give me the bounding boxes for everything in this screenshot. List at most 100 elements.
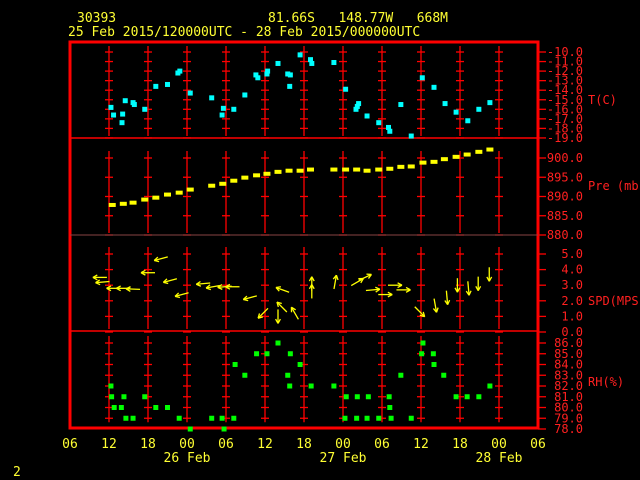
rh-point — [108, 383, 114, 389]
rh-point — [242, 372, 248, 378]
rh-point — [464, 394, 470, 400]
pressure-point — [430, 159, 438, 164]
wind-arrow — [95, 279, 110, 286]
wind-arrow — [432, 298, 439, 313]
rh-point — [430, 351, 436, 357]
temperature-point — [187, 90, 193, 96]
temperature-point — [119, 120, 125, 126]
rh-point — [123, 415, 129, 421]
wind-arrow — [308, 284, 315, 299]
temperature-point — [309, 60, 315, 66]
axis-tick-label: 5.0 — [561, 247, 583, 261]
pressure-point — [386, 166, 394, 171]
temperature-point — [231, 106, 237, 112]
wind-arrow-head — [243, 298, 249, 302]
temperature-point — [331, 60, 337, 66]
wind-arrow-shaft — [414, 306, 426, 318]
pressure-point — [407, 164, 415, 169]
temperature-point — [442, 101, 448, 107]
wind-arrow — [332, 274, 339, 290]
axis-title-relative_humidity: RH(%) — [588, 375, 624, 389]
pressure-point — [463, 152, 471, 157]
pressure-point — [397, 164, 405, 169]
axis-tick-label: 2.0 — [561, 294, 583, 308]
rh-point — [331, 383, 337, 389]
rh-point — [187, 426, 193, 432]
temperature-point — [165, 81, 170, 87]
rh-point — [354, 415, 360, 421]
pressure-point — [375, 167, 383, 172]
time-axis: 06 12 18 00 06 12 18 00 06 12 18 00 06 26 Feb 27 Feb 28… — [62, 437, 546, 466]
temperature-point — [255, 75, 261, 81]
station-id: 30393 — [77, 11, 116, 26]
temperature-point — [419, 75, 425, 81]
rh-point — [342, 415, 348, 421]
rh-point — [376, 415, 382, 421]
rh-point — [453, 394, 459, 400]
rh-point — [487, 383, 493, 389]
rh-point — [165, 405, 170, 410]
wind-arrow — [275, 309, 281, 324]
temperature-point — [108, 104, 114, 110]
rh-point — [142, 394, 148, 400]
rh-point — [209, 415, 215, 421]
rh-point — [176, 415, 182, 421]
temperature-point — [408, 133, 414, 139]
time-range: 25 Feb 2015/120000UTC - 28 Feb 2015/0000… — [68, 25, 420, 40]
temperature-point — [131, 102, 137, 108]
pressure-point — [452, 154, 460, 159]
x-tick-label: 18 — [140, 437, 156, 452]
x-tick-label: 06 — [218, 437, 234, 452]
pressure-point — [152, 195, 160, 200]
rh-point — [287, 383, 293, 389]
rh-point — [441, 372, 447, 378]
wind-arrow — [486, 267, 493, 282]
x-tick-label: 00 — [179, 437, 195, 452]
rh-point — [364, 415, 370, 421]
temperature-point — [453, 109, 459, 115]
pressure-point — [208, 183, 216, 188]
temperature-point — [220, 105, 226, 111]
rh-point — [386, 394, 392, 400]
wind-arrow-head — [163, 281, 169, 285]
wind-arrow-head — [154, 259, 160, 263]
rh-point — [219, 415, 225, 421]
temperature-point — [356, 101, 362, 107]
x-tick-label: 18 — [296, 437, 312, 452]
axis-tick-label: 78.0 — [554, 422, 583, 436]
wind-arrow — [125, 286, 141, 292]
temperature-point — [142, 106, 148, 112]
rh-point — [388, 415, 394, 421]
pressure-point — [296, 168, 304, 173]
pressure-point — [363, 168, 371, 173]
temperature-point — [476, 106, 482, 112]
rh-point — [231, 415, 237, 421]
temperature-point — [364, 113, 370, 119]
pressure-point — [186, 187, 194, 192]
axis-tick-label: 1.0 — [561, 309, 583, 323]
x-tick-label: 12 — [101, 437, 117, 452]
rh-point — [419, 351, 425, 357]
pressure-point — [230, 178, 238, 183]
right-axes: -10.0-11.0-12.0-13.0-14.0-15.0-16.0-17.0… — [538, 45, 640, 436]
axis-tick-label: -19.0 — [547, 131, 583, 145]
temperature-point — [219, 112, 225, 118]
rh-point — [221, 426, 227, 432]
pressure-point — [241, 175, 249, 180]
rh-point — [130, 415, 136, 421]
temperature-point — [275, 60, 281, 66]
wind-arrow — [414, 306, 426, 318]
rh-point — [111, 405, 117, 410]
axis-tick-label: 900.0 — [547, 151, 583, 165]
rh-point — [109, 394, 115, 400]
date-label: 27 Feb — [320, 451, 367, 466]
temperature-point — [177, 68, 183, 74]
rh-point — [354, 394, 360, 400]
pressure-point — [129, 200, 137, 205]
meteogram: 30393 81.66S 148.77W 668M 25 Feb 2015/12… — [13, 11, 640, 480]
pressure-point — [342, 167, 350, 172]
rh-point — [431, 362, 437, 367]
wind-arrow — [92, 274, 107, 281]
wind-arrow — [162, 278, 178, 285]
temperature-point — [487, 100, 493, 106]
